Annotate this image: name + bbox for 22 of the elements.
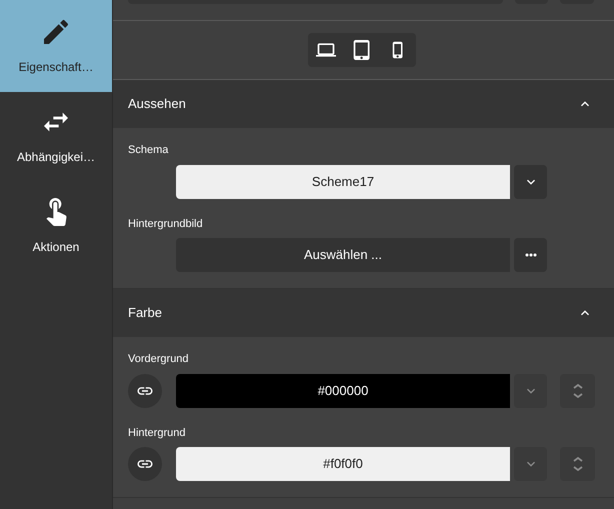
link-button[interactable] <box>128 447 162 481</box>
field-label: Hintergrund <box>128 426 186 440</box>
color-field[interactable]: #000000 <box>176 374 510 408</box>
up-down-chevrons-icon <box>570 382 584 400</box>
field-label: Hintergrundbild <box>128 216 204 232</box>
section-header[interactable]: Farbe <box>113 289 614 337</box>
color-field[interactable]: #f0f0f0 <box>176 447 510 481</box>
choose-button[interactable]: Auswählen ... <box>176 238 510 272</box>
more-button[interactable] <box>514 238 547 272</box>
sidebar-tab[interactable]: Aktionen <box>0 180 112 268</box>
more-icon <box>524 253 536 257</box>
stepper-button[interactable] <box>560 447 595 481</box>
link-button[interactable] <box>128 374 162 408</box>
select-field[interactable]: Scheme17 <box>176 164 510 198</box>
tablet-icon <box>352 39 372 61</box>
sidebar-tab[interactable]: Eigenschaft… <box>0 0 112 92</box>
section-header[interactable]: Aussehen <box>113 80 614 128</box>
stepper-button[interactable] <box>560 374 595 408</box>
up-down-chevrons-icon <box>570 455 584 473</box>
field-label: Schema <box>128 143 170 158</box>
field-label: Vordergrund <box>128 352 190 367</box>
sidebar-tab[interactable]: Abhängigkei… <box>0 92 112 180</box>
